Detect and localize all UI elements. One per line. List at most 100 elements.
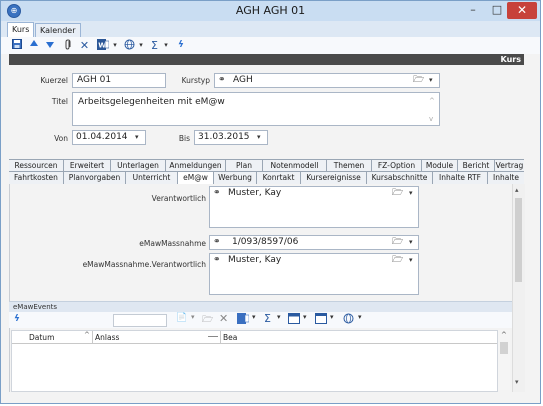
kurstyp-field[interactable]: ⚭ AGH 🗁 ▾ [214, 73, 440, 88]
chevron-down-icon[interactable]: ▾ [135, 131, 139, 144]
chevron-down-icon[interactable]: ▾ [409, 254, 413, 267]
sum-icon[interactable]: Σ [264, 312, 271, 325]
attach-icon[interactable] [63, 39, 72, 52]
column-header-datum[interactable]: Datum [29, 332, 54, 344]
link-chain-icon: ⚭ [213, 188, 221, 198]
save-icon[interactable] [11, 39, 22, 52]
von-value: 01.04.2014 [76, 132, 128, 142]
tab-inhalte[interactable]: Inhalte [488, 172, 524, 184]
globe-icon[interactable] [343, 313, 354, 326]
word-dropdown-icon[interactable]: ▾ [111, 39, 119, 52]
kuerzel-label: Kuerzel [40, 76, 68, 85]
folder-open-icon[interactable]: 🗁 [392, 254, 403, 267]
events-section-header: eMawEvents [9, 301, 512, 312]
column-divider[interactable] [92, 331, 93, 343]
tab-kursereignisse[interactable]: Kursereignisse [301, 172, 367, 184]
link-chain-icon: ⚭ [213, 255, 221, 265]
chevron-down-icon[interactable]: ▾ [409, 187, 413, 200]
link-chain-icon: ⚭ [213, 237, 221, 247]
column-divider[interactable] [220, 331, 221, 343]
von-date-field[interactable]: 01.04.2014 ▾ [72, 130, 146, 145]
tab-werbung[interactable]: Werbung [214, 172, 257, 184]
table-icon[interactable] [288, 313, 300, 326]
minimize-button[interactable]: – [461, 1, 485, 21]
titel-label: Titel [51, 97, 68, 106]
globe-dropdown-icon[interactable]: ▾ [137, 39, 145, 52]
tab-kurs[interactable]: Kurs [7, 22, 35, 38]
folder-open-icon[interactable]: 🗁 [392, 187, 403, 200]
emaw-massnahme-verantwortlich-field[interactable]: ⚭ Muster, Kay 🗁 ▾ [209, 253, 419, 295]
link-icon[interactable]: ϟ [14, 314, 20, 324]
chevron-down-icon[interactable]: ▾ [429, 74, 433, 87]
excel-icon[interactable] [237, 313, 250, 326]
kurstyp-label: Kurstyp [181, 76, 210, 85]
delete-icon[interactable]: ✕ [79, 39, 90, 52]
kurstyp-value: AGH [233, 75, 253, 85]
tab-kursabschnitte[interactable]: Kursabschnitte [367, 172, 433, 184]
dropdown-icon[interactable]: ▾ [277, 313, 281, 321]
titel-textarea[interactable]: Arbeitsgelegenheiten mit eM@w ^ v [72, 92, 440, 126]
verantwortlich-label: Verantwortlich [151, 194, 206, 203]
events-section-label: eMawEvents [13, 303, 58, 311]
scrollbar-thumb[interactable] [515, 198, 522, 282]
main-tab-strip: Kurs Kalender [1, 21, 540, 38]
column-resize-handle[interactable] [208, 336, 218, 337]
emaw-massnahme-verantwortlich-label: eMawMassnahme.Verantwortlich [82, 260, 206, 269]
tab-planvorgaben[interactable]: Planvorgaben [64, 172, 126, 184]
events-search-input[interactable] [113, 314, 167, 327]
tab-kalender[interactable]: Kalender [35, 23, 81, 37]
detail-tabs-row-2: Fahrtkosten Planvorgaben Unterricht eM@w… [9, 171, 524, 185]
scrollbar-thumb[interactable] [500, 342, 508, 354]
chevron-down-icon[interactable]: ▾ [257, 131, 261, 144]
titel-value: Arbeitsgelegenheiten mit eM@w [78, 97, 225, 107]
word-icon[interactable]: W [97, 39, 110, 52]
kuerzel-input[interactable]: AGH 01 [72, 73, 166, 88]
verantwortlich-field[interactable]: ⚭ Muster, Kay 🗁 ▾ [209, 186, 419, 228]
section-header-title: Kurs [500, 55, 521, 64]
scroll-up-icon[interactable]: ▴ [515, 186, 519, 194]
dropdown-icon[interactable]: ▾ [191, 313, 195, 321]
folder-open-icon[interactable]: 🗁 [202, 312, 213, 328]
new-record-icon[interactable]: 📄 [176, 313, 187, 323]
emaw-massnahme-label: eMawMassnahme [139, 239, 206, 248]
events-grid-scrollbar[interactable]: ^ [498, 330, 510, 390]
panel-scrollbar[interactable]: ▴ ▾ [512, 184, 525, 392]
link-icon[interactable]: ϟ [174, 39, 188, 52]
sum-dropdown-icon[interactable]: ▾ [162, 39, 170, 52]
dropdown-icon[interactable]: ▾ [330, 313, 334, 321]
arrow-down-icon[interactable] [44, 39, 55, 52]
tab-unterricht[interactable]: Unterricht [126, 172, 178, 184]
scroll-down-icon[interactable]: ▾ [515, 378, 519, 386]
bis-date-field[interactable]: 31.03.2015 ▾ [194, 130, 268, 145]
events-grid-header: Datum ^ Anlass Bea [12, 331, 497, 344]
close-button[interactable]: ✕ [507, 2, 537, 19]
dropdown-icon[interactable]: ▾ [303, 313, 307, 321]
folder-open-icon[interactable]: 🗁 [413, 74, 424, 87]
von-label: Von [54, 134, 68, 143]
dropdown-icon[interactable]: ▾ [252, 313, 256, 321]
globe-icon[interactable] [123, 39, 135, 52]
scroll-down-icon[interactable]: v [429, 113, 433, 126]
column-header-bea[interactable]: Bea [223, 332, 237, 344]
tab-konrtakt[interactable]: Konrtakt [257, 172, 301, 184]
tab-fahrtkosten[interactable]: Fahrtkosten [9, 172, 64, 184]
tab-emaw[interactable]: eM@w [178, 172, 214, 184]
events-toolbar: ϟ 📄 ▾ 🗁 ✕ ▾ Σ ▾ ▾ ▾ ▾ [9, 312, 512, 328]
scroll-up-icon[interactable]: ^ [501, 331, 507, 339]
column-header-anlass[interactable]: Anlass [95, 332, 119, 344]
title-bar[interactable]: ⊕ AGH AGH 01 – □ ✕ [1, 1, 540, 21]
arrow-up-icon[interactable] [28, 39, 39, 52]
folder-open-icon[interactable]: 🗁 [392, 236, 403, 249]
dropdown-icon[interactable]: ▾ [358, 313, 362, 321]
delete-icon[interactable]: ✕ [219, 312, 228, 325]
emaw-massnahme-field[interactable]: ⚭ 1/093/8597/06 🗁 ▾ [209, 235, 419, 250]
layout-icon[interactable] [315, 313, 327, 326]
toolbar: ✕ W ▾ ▾ Σ ▾ ϟ [1, 37, 540, 54]
maximize-button[interactable]: □ [485, 1, 509, 21]
window-title: AGH AGH 01 [235, 4, 306, 17]
chevron-down-icon[interactable]: ▾ [409, 236, 413, 249]
sum-icon[interactable]: Σ [149, 39, 160, 52]
tab-inhalte-rtf[interactable]: Inhalte RTF [433, 172, 488, 184]
scroll-up-icon[interactable]: ^ [429, 95, 435, 108]
events-grid: Datum ^ Anlass Bea [11, 330, 498, 392]
